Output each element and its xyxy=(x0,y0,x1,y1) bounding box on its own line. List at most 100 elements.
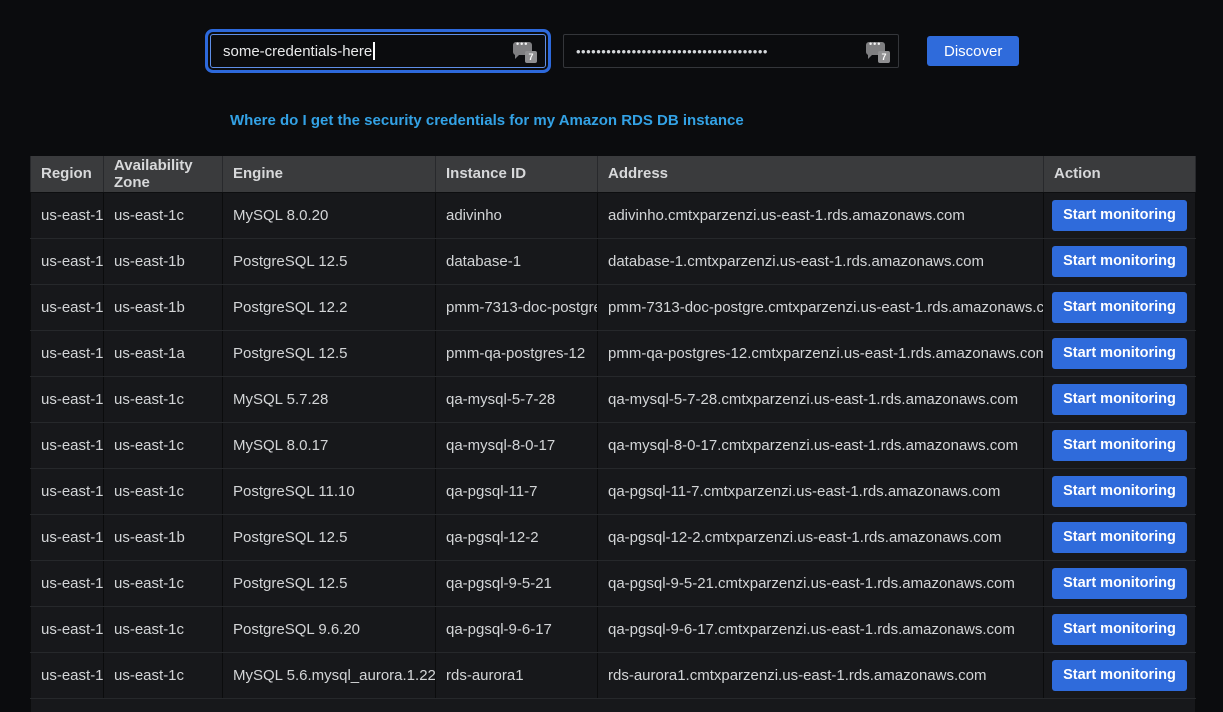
instance-id-cell: database-1 xyxy=(436,238,598,284)
address-cell: adivinho.cmtxparzenzi.us-east-1.rds.amaz… xyxy=(598,192,1044,238)
table-row: us-east-1 us-east-1c MySQL 8.0.20 adivin… xyxy=(31,192,1196,238)
start-monitoring-button[interactable]: Start monitoring xyxy=(1052,200,1187,231)
instance-id-cell: qa-mysql-8-0-17 xyxy=(436,422,598,468)
availability-zone-cell: us-east-1b xyxy=(104,514,223,560)
column-header-address: Address xyxy=(598,156,1044,192)
availability-zone-cell: us-east-1c xyxy=(104,560,223,606)
instance-id-cell: qa-pgsql-9-5-21 xyxy=(436,560,598,606)
address-cell: qa-pgsql-9-6-17.cmtxparzenzi.us-east-1.r… xyxy=(598,606,1044,652)
region-cell: us-east-1 xyxy=(31,560,104,606)
region-cell: us-east-1 xyxy=(31,284,104,330)
table-row: us-east-1 us-east-1b PostgreSQL 12.5 qa-… xyxy=(31,514,1196,560)
engine-cell: MySQL 8.0.17 xyxy=(223,422,436,468)
address-cell: database-1.cmtxparzenzi.us-east-1.rds.am… xyxy=(598,238,1044,284)
engine-cell: PostgreSQL 9.6.20 xyxy=(223,606,436,652)
autofill-extension-icon[interactable]: 7 xyxy=(513,41,537,63)
discover-button[interactable]: Discover xyxy=(927,36,1019,66)
engine-cell: MySQL 5.6.mysql_aurora.1.22.2 xyxy=(223,652,436,698)
availability-zone-cell: us-east-1c xyxy=(104,652,223,698)
region-cell: us-east-1 xyxy=(31,468,104,514)
autofill-badge: 7 xyxy=(878,51,890,63)
column-header-availability-zone: Availability Zone xyxy=(104,156,223,192)
action-cell: Start monitoring xyxy=(1044,192,1196,238)
engine-cell: PostgreSQL 12.5 xyxy=(223,238,436,284)
address-cell: qa-mysql-5-7-28.cmtxparzenzi.us-east-1.r… xyxy=(598,376,1044,422)
address-cell: qa-pgsql-9-5-21.cmtxparzenzi.us-east-1.r… xyxy=(598,560,1044,606)
instance-id-cell: pmm-7313-doc-postgre xyxy=(436,284,598,330)
credentials-form: some-credentials-here 7 ••••••••••••••••… xyxy=(210,34,1223,68)
autofill-badge: 7 xyxy=(525,51,537,63)
table-row: us-east-1 us-east-1c MySQL 8.0.17 qa-mys… xyxy=(31,422,1196,468)
start-monitoring-button[interactable]: Start monitoring xyxy=(1052,246,1187,277)
region-cell: us-east-1 xyxy=(31,376,104,422)
start-monitoring-button[interactable]: Start monitoring xyxy=(1052,660,1187,691)
region-cell: us-east-1 xyxy=(31,192,104,238)
instance-id-cell: qa-pgsql-11-7 xyxy=(436,468,598,514)
table-row: us-east-1 us-east-1c PostgreSQL 9.6.20 q… xyxy=(31,606,1196,652)
engine-cell: PostgreSQL 11.10 xyxy=(223,468,436,514)
region-cell: us-east-1 xyxy=(31,652,104,698)
region-cell: us-east-1 xyxy=(31,238,104,284)
address-cell: rds-aurora1.cmtxparzenzi.us-east-1.rds.a… xyxy=(598,652,1044,698)
secret-key-masked-value: •••••••••••••••••••••••••••••••••••••• xyxy=(576,44,768,59)
table-row: us-east-1 us-east-1b PostgreSQL 12.2 pmm… xyxy=(31,284,1196,330)
start-monitoring-button[interactable]: Start monitoring xyxy=(1052,522,1187,553)
access-key-input[interactable]: some-credentials-here 7 xyxy=(210,34,546,68)
engine-cell: PostgreSQL 12.5 xyxy=(223,514,436,560)
instance-id-cell: qa-pgsql-9-6-17 xyxy=(436,606,598,652)
column-header-engine: Engine xyxy=(223,156,436,192)
autofill-extension-icon[interactable]: 7 xyxy=(866,41,890,63)
start-monitoring-button[interactable]: Start monitoring xyxy=(1052,614,1187,645)
secret-key-input[interactable]: •••••••••••••••••••••••••••••••••••••• 7 xyxy=(563,34,899,68)
action-cell: Start monitoring xyxy=(1044,330,1196,376)
availability-zone-cell: us-east-1c xyxy=(104,376,223,422)
access-key-value: some-credentials-here xyxy=(223,43,372,60)
start-monitoring-button[interactable]: Start monitoring xyxy=(1052,430,1187,461)
table-row: us-east-1 us-east-1c PostgreSQL 11.10 qa… xyxy=(31,468,1196,514)
instance-id-cell: qa-mysql-5-7-28 xyxy=(436,376,598,422)
rds-table-body: us-east-1 us-east-1c MySQL 8.0.20 adivin… xyxy=(31,192,1196,712)
start-monitoring-button[interactable]: Start monitoring xyxy=(1052,568,1187,599)
address-cell: pmm-qa-postgres-12.cmtxparzenzi.us-east-… xyxy=(598,330,1044,376)
column-header-instance-id: Instance ID xyxy=(436,156,598,192)
table-row: us-east-1 us-east-1b PostgreSQL 12.5 dat… xyxy=(31,238,1196,284)
action-cell: Start monitoring xyxy=(1044,284,1196,330)
action-cell: Start monitoring xyxy=(1044,468,1196,514)
rds-discovery-page: some-credentials-here 7 ••••••••••••••••… xyxy=(0,34,1223,712)
rds-instances-table: Region Availability Zone Engine Instance… xyxy=(30,156,1196,712)
engine-cell: MySQL 5.7.28 xyxy=(223,376,436,422)
address-cell: qa-mysql-8-0-17.cmtxparzenzi.us-east-1.r… xyxy=(598,422,1044,468)
action-cell: Start monitoring xyxy=(1044,238,1196,284)
column-header-region: Region xyxy=(31,156,104,192)
engine-cell: PostgreSQL 12.2 xyxy=(223,284,436,330)
table-header: Region Availability Zone Engine Instance… xyxy=(31,156,1196,192)
text-cursor xyxy=(373,42,375,60)
start-monitoring-button[interactable]: Start monitoring xyxy=(1052,292,1187,323)
availability-zone-cell: us-east-1b xyxy=(104,238,223,284)
address-cell: qa-pgsql-11-7.cmtxparzenzi.us-east-1.rds… xyxy=(598,468,1044,514)
credentials-help-link[interactable]: Where do I get the security credentials … xyxy=(230,112,744,129)
table-row: us-east-1 us-east-1c MySQL 5.6.mysql_aur… xyxy=(31,652,1196,698)
availability-zone-cell: us-east-1b xyxy=(104,284,223,330)
action-cell: Start monitoring xyxy=(1044,606,1196,652)
action-cell: Start monitoring xyxy=(1044,560,1196,606)
instance-id-cell: rds-aurora1 xyxy=(436,652,598,698)
engine-cell: PostgreSQL 12.5 xyxy=(223,330,436,376)
availability-zone-cell: us-east-1a xyxy=(104,330,223,376)
action-cell: Start monitoring xyxy=(1044,652,1196,698)
region-cell: us-east-1 xyxy=(31,422,104,468)
engine-cell: MySQL 8.0.20 xyxy=(223,192,436,238)
start-monitoring-button[interactable]: Start monitoring xyxy=(1052,384,1187,415)
address-cell: pmm-7313-doc-postgre.cmtxparzenzi.us-eas… xyxy=(598,284,1044,330)
table-row: us-east-1 us-east-1c MySQL 5.7.28 qa-mys… xyxy=(31,376,1196,422)
action-cell: Start monitoring xyxy=(1044,376,1196,422)
instance-id-cell: pmm-qa-postgres-12 xyxy=(436,330,598,376)
start-monitoring-button[interactable]: Start monitoring xyxy=(1052,476,1187,507)
availability-zone-cell: us-east-1c xyxy=(104,422,223,468)
address-cell: qa-pgsql-12-2.cmtxparzenzi.us-east-1.rds… xyxy=(598,514,1044,560)
availability-zone-cell: us-east-1c xyxy=(104,606,223,652)
region-cell: us-east-1 xyxy=(31,514,104,560)
start-monitoring-button[interactable]: Start monitoring xyxy=(1052,338,1187,369)
table-row: us-east-1 us-east-1c PostgreSQL 12.5 qa-… xyxy=(31,560,1196,606)
table-row: us-east-1 us-east-1a PostgreSQL 12.5 pmm… xyxy=(31,330,1196,376)
